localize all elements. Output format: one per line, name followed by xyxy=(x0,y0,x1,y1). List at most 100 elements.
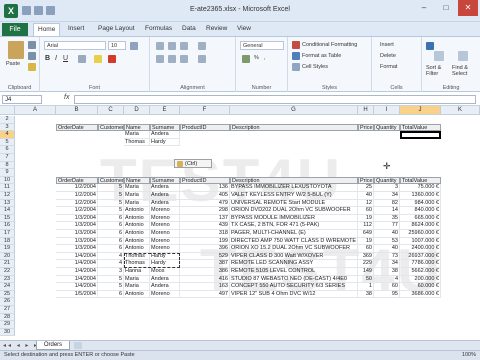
cell-j19[interactable]: 2400.000 € xyxy=(400,245,441,253)
cell-styles-button[interactable]: Cell Styles xyxy=(302,64,328,70)
cell-j24[interactable]: 60.000 € xyxy=(400,283,441,291)
cell-h3[interactable]: Price xyxy=(358,123,374,132)
cell-i10[interactable]: Quantity xyxy=(374,176,400,185)
cell-c16[interactable]: 6 xyxy=(98,222,124,230)
cell-h14[interactable]: 60 xyxy=(358,207,374,215)
row-header-14[interactable]: 14 xyxy=(0,207,15,215)
cell-d4[interactable]: Maria xyxy=(124,131,150,139)
cell-h11[interactable]: 25 xyxy=(358,184,374,192)
cell-i13[interactable]: 82 xyxy=(374,199,400,208)
select-all-corner[interactable] xyxy=(0,106,15,115)
cell-b24[interactable]: 1/4/2004 xyxy=(56,283,98,291)
cell-g11[interactable]: BYPASS IMMOBILIZER LEXUSTOYOTA xyxy=(230,184,358,192)
cell-f13[interactable]: 479 xyxy=(180,199,230,208)
cell-j12[interactable]: 1360.000 € xyxy=(400,192,441,200)
format-painter-icon[interactable] xyxy=(28,63,36,71)
zoom-level[interactable]: 100% xyxy=(462,351,476,360)
cell-j22[interactable]: 5662.000 € xyxy=(400,268,441,276)
cell-e10[interactable]: Surname xyxy=(150,176,180,185)
cell-b18[interactable]: 1/3/2004 xyxy=(56,237,98,246)
cell-d19[interactable]: Antonio xyxy=(124,245,150,253)
row-header-26[interactable]: 26 xyxy=(0,298,15,306)
column-header-b[interactable]: B xyxy=(56,106,98,115)
cell-h24[interactable]: 1 xyxy=(358,283,374,291)
sort-filter-button[interactable]: Sort & Filter xyxy=(426,65,450,77)
cell-g14[interactable]: ORION DVD202 DUAL 2Ohm VC SUBWOOFER xyxy=(230,207,358,215)
cell-g17[interactable]: PAGER, MULTI-CHANNEL (E) xyxy=(230,230,358,238)
cut-icon[interactable] xyxy=(28,41,36,49)
row-header-8[interactable]: 8 xyxy=(0,161,15,170)
cell-e16[interactable]: Moreno xyxy=(150,222,180,230)
cell-h22[interactable]: 149 xyxy=(358,268,374,276)
cell-h23[interactable]: 50 xyxy=(358,275,374,284)
tab-page-layout[interactable]: Page Layout xyxy=(98,25,135,32)
maximize-button[interactable]: □ xyxy=(436,0,456,16)
cell-j17[interactable]: 25960.000 € xyxy=(400,230,441,238)
cell-j23[interactable]: 200.000 € xyxy=(400,275,441,284)
cell-e14[interactable]: Moreno xyxy=(150,207,180,215)
cell-d14[interactable]: Antonio xyxy=(124,207,150,215)
cell-g15[interactable]: BYPASS MODULE IMMOBILIZER xyxy=(230,214,358,223)
cell-f20[interactable]: 529 xyxy=(180,252,230,261)
italic-button[interactable]: I xyxy=(55,55,57,62)
cell-j14[interactable]: 840.000 € xyxy=(400,207,441,215)
cell-f25[interactable]: 497 xyxy=(180,290,230,299)
cell-j18[interactable]: 1007.000 € xyxy=(400,237,441,246)
column-header-a[interactable]: A xyxy=(15,106,56,115)
align-middle-icon[interactable] xyxy=(168,42,176,50)
cell-j11[interactable]: 75.000 € xyxy=(400,184,441,192)
column-header-i[interactable]: I xyxy=(374,106,400,115)
cell-g3[interactable]: Description xyxy=(230,123,358,132)
cell-d17[interactable]: Antonio xyxy=(124,230,150,238)
cell-e13[interactable]: Andera xyxy=(150,199,180,208)
cell-g10[interactable]: Description xyxy=(230,176,358,185)
tab-insert[interactable]: Insert xyxy=(68,25,84,32)
cell-d25[interactable]: Antonio xyxy=(124,290,150,299)
row-header-9[interactable]: 9 xyxy=(0,169,15,177)
cell-c12[interactable]: 5 xyxy=(98,192,124,200)
cell-b12[interactable]: 1/2/2004 xyxy=(56,192,98,200)
cell-g21[interactable]: REMOTE LED SCANNING ASSY xyxy=(230,260,358,268)
cell-d3[interactable]: Name xyxy=(124,123,150,132)
autosum-icon[interactable] xyxy=(426,42,434,50)
cell-i18[interactable]: 53 xyxy=(374,237,400,246)
tab-review[interactable]: Review xyxy=(206,25,227,32)
cell-e18[interactable]: Moreno xyxy=(150,237,180,246)
cell-j10[interactable]: TotalValue xyxy=(400,176,441,185)
cell-b3[interactable]: OrderDate xyxy=(56,123,98,132)
cell-c17[interactable]: 6 xyxy=(98,230,124,238)
align-top-icon[interactable] xyxy=(156,42,164,50)
fill-color-icon[interactable] xyxy=(94,55,102,63)
cell-j13[interactable]: 984.000 € xyxy=(400,199,441,208)
cell-d15[interactable]: Antonio xyxy=(124,214,150,223)
tab-view[interactable]: View xyxy=(237,25,251,32)
cell-d18[interactable]: Antonio xyxy=(124,237,150,246)
cell-c21[interactable]: 4 xyxy=(98,260,124,268)
cell-f23[interactable]: 416 xyxy=(180,275,230,284)
tab-data[interactable]: Data xyxy=(182,25,196,32)
bold-button[interactable]: B xyxy=(45,55,50,62)
row-header-17[interactable]: 17 xyxy=(0,230,15,238)
cell-f12[interactable]: 405 xyxy=(180,192,230,200)
cell-b17[interactable]: 1/3/2004 xyxy=(56,230,98,238)
cell-d16[interactable]: Antonio xyxy=(124,222,150,230)
cell-c20[interactable]: 4 xyxy=(98,252,124,261)
cell-h21[interactable]: 229 xyxy=(358,260,374,268)
wrap-text-icon[interactable] xyxy=(198,42,206,50)
cell-h18[interactable]: 19 xyxy=(358,237,374,246)
cell-f22[interactable]: 386 xyxy=(180,268,230,276)
cell-h15[interactable]: 19 xyxy=(358,214,374,223)
cell-c3[interactable]: CustomerID xyxy=(98,123,124,132)
cell-f19[interactable]: 396 xyxy=(180,245,230,253)
row-header-21[interactable]: 21 xyxy=(0,260,15,268)
cell-d24[interactable]: Maria xyxy=(124,283,150,291)
cell-c10[interactable]: CustomerID xyxy=(98,176,124,185)
cell-i21[interactable]: 34 xyxy=(374,260,400,268)
cell-b23[interactable]: 1/4/2004 xyxy=(56,275,98,284)
font-color-icon[interactable] xyxy=(108,55,116,63)
cell-e11[interactable]: Andera xyxy=(150,184,180,192)
cell-e4[interactable]: Andera xyxy=(150,131,180,139)
borders-icon[interactable] xyxy=(78,55,86,63)
cell-b11[interactable]: 1/2/2004 xyxy=(56,184,98,192)
cell-e22[interactable]: Moos xyxy=(150,268,180,276)
